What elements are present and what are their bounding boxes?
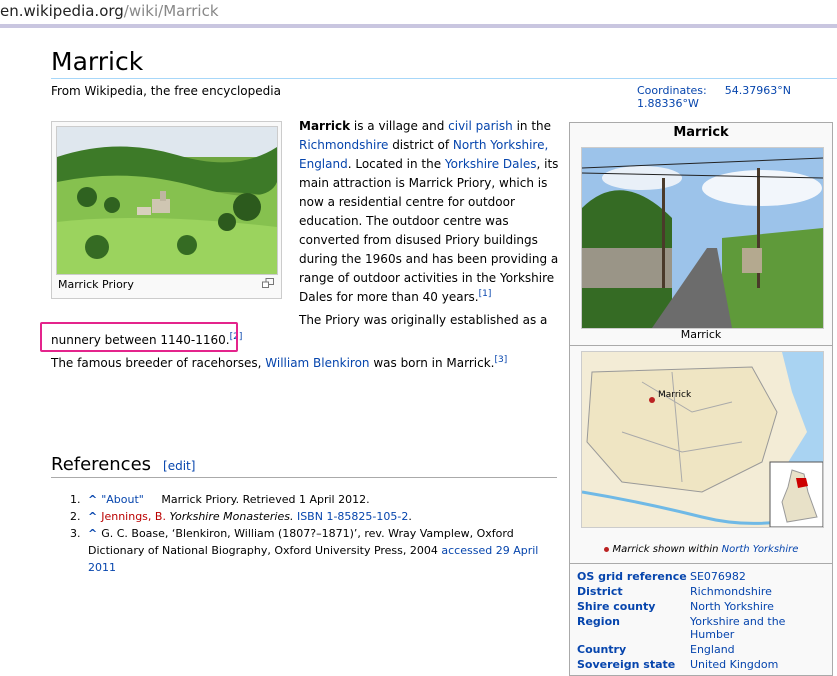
coordinates-label-link[interactable]: Coordinates: — [637, 84, 707, 97]
row-value[interactable]: North Yorkshire — [690, 600, 820, 613]
link-civil-parish[interactable]: civil parish — [448, 119, 513, 133]
infobox-title: Marrick — [673, 125, 729, 140]
thumbnail-caption: Marrick Priory — [58, 278, 134, 291]
reference-text: Marrick Priory. Retrieved 1 April 2012. — [161, 493, 370, 506]
map-dot-icon — [603, 547, 609, 552]
enlarge-icon[interactable] — [262, 278, 274, 288]
url-path: /wiki/Marrick — [123, 2, 219, 20]
reference-number: 1. — [70, 493, 81, 506]
row-value[interactable]: SE076982 — [690, 570, 820, 583]
map-place-label: Marrick — [658, 390, 692, 400]
map-caption-text: Marrick shown within — [612, 544, 722, 555]
title-divider — [51, 78, 837, 79]
citation-1[interactable]: [1] — [479, 289, 492, 299]
breeder-text: The famous breeder of racehorses, — [51, 356, 266, 370]
link-william-blenkiron[interactable]: William Blenkiron — [265, 356, 369, 370]
infobox-divider — [570, 563, 832, 564]
isbn-link[interactable]: ISBN 1-85825-105-2 — [297, 510, 408, 523]
row-key[interactable]: Region — [577, 615, 689, 628]
lead-text: district of — [388, 138, 453, 152]
row-key[interactable]: District — [577, 585, 689, 598]
lead-text: , its main attraction is Marrick Priory,… — [299, 157, 559, 304]
reference-link-about[interactable]: "About" — [101, 493, 144, 506]
row-value[interactable]: England — [690, 643, 820, 656]
subject-bold: Marrick — [299, 119, 351, 133]
row-value[interactable]: Yorkshire and the Humber — [690, 615, 820, 641]
coordinates: Coordinates: 54.37963°N 1.88336°W — [637, 84, 837, 110]
reference-title: Yorkshire Monasteries. — [169, 510, 294, 523]
link-richmondshire[interactable]: Richmondshire — [299, 138, 388, 152]
references-heading: References [edit] — [51, 454, 195, 475]
lead-text: is a village and — [350, 119, 449, 133]
breeder-text: was born in Marrick. — [369, 356, 495, 370]
url-host: en.wikipedia.org — [0, 2, 124, 20]
priory-sentence-line1: The Priory was originally established as… — [299, 313, 548, 327]
map-caption: Marrick shown within North Yorkshire — [570, 544, 832, 555]
reference-text: . — [408, 510, 412, 523]
citation-3[interactable]: [3] — [494, 355, 507, 365]
row-key[interactable]: Sovereign state — [577, 658, 689, 671]
page-title: Marrick — [51, 47, 144, 76]
highlight-box — [40, 322, 238, 352]
address-bar-border — [0, 24, 837, 28]
reference-author-redlink[interactable]: Jennings, B. — [101, 510, 166, 523]
lead-paragraph: Marrick is a village and civil parish in… — [299, 117, 559, 307]
reference-number: 2. — [70, 510, 81, 523]
references-title: References — [51, 454, 152, 475]
backlink-caret[interactable]: ^ — [88, 510, 97, 523]
marrick-priory-image[interactable] — [56, 126, 278, 275]
infobox: Marrick Marrick Marrick Marrick shown wi… — [569, 122, 833, 676]
lead-text: in the — [512, 119, 552, 133]
references-divider — [51, 477, 557, 478]
reference-item: 3. ^ G. C. Boase, ‘Blenkiron, William (18… — [70, 525, 540, 576]
location-map[interactable]: Marrick — [581, 351, 824, 528]
infobox-photo[interactable] — [581, 147, 824, 329]
map-caption-link[interactable]: North Yorkshire — [722, 544, 799, 555]
thumbnail-frame: Marrick Priory — [51, 121, 282, 299]
references-list: 1. ^ "About" Marrick Priory. Retrieved 1 … — [70, 491, 540, 576]
infobox-photo-caption: Marrick — [680, 328, 722, 341]
row-key[interactable]: OS grid reference — [577, 570, 689, 583]
row-key[interactable]: Shire county — [577, 600, 689, 613]
backlink-caret[interactable]: ^ — [88, 493, 97, 506]
address-bar[interactable]: en.wikipedia.org/wiki/Marrick — [0, 0, 837, 24]
row-key[interactable]: Country — [577, 643, 689, 656]
row-value[interactable]: United Kingdom — [690, 658, 820, 671]
reference-number: 3. — [70, 527, 81, 540]
edit-section-link[interactable]: [edit] — [163, 459, 195, 473]
reference-item: 2. ^ Jennings, B. Yorkshire Monasteries. … — [70, 508, 540, 525]
backlink-caret[interactable]: ^ — [88, 527, 97, 540]
breeder-paragraph: The famous breeder of racehorses, Willia… — [51, 355, 507, 371]
reference-item: 1. ^ "About" Marrick Priory. Retrieved 1 … — [70, 491, 540, 508]
infobox-divider — [570, 345, 832, 346]
link-yorkshire-dales[interactable]: Yorkshire Dales — [445, 157, 537, 171]
lead-text: . Located in the — [347, 157, 445, 171]
row-value[interactable]: Richmondshire — [690, 585, 820, 598]
tagline: From Wikipedia, the free encyclopedia — [51, 84, 281, 98]
